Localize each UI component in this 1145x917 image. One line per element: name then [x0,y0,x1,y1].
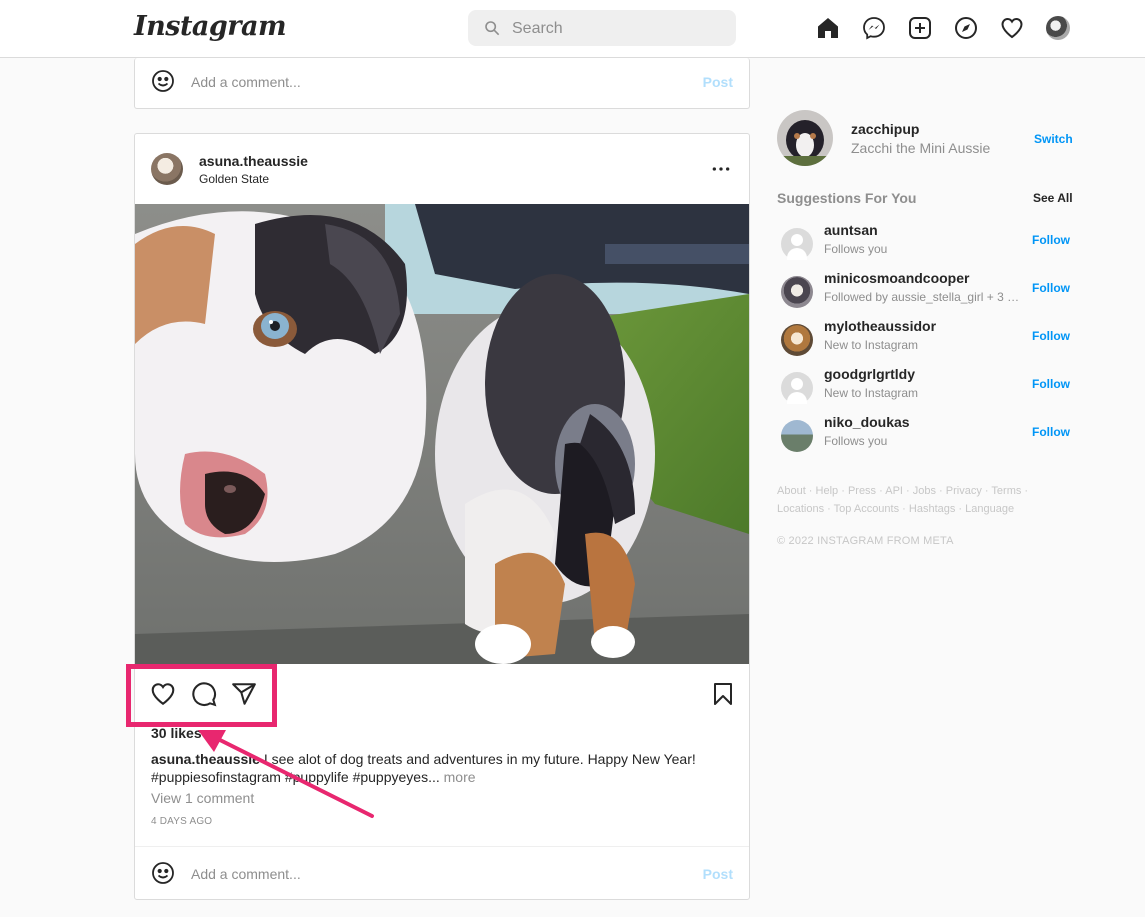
footer-link-hashtags[interactable]: Hashtags [909,503,955,515]
suggestion-row: goodgrlgrtldy New to Instagram Follow [777,366,1070,414]
profile-avatar[interactable] [1046,16,1070,40]
search-placeholder: Search [512,20,563,37]
suggestion-subtitle: New to Instagram [824,386,919,400]
footer-link-top-accounts[interactable]: Top Accounts [834,503,899,515]
post-timestamp[interactable]: 4 DAYS AGO [151,816,212,827]
current-user-username[interactable]: zacchipup [851,121,919,137]
post-comment-button[interactable]: Post [703,74,733,90]
suggestions-title: Suggestions For You [777,190,917,206]
suggestion-username[interactable]: mylotheaussidor [824,318,936,334]
save-icon[interactable] [711,682,735,706]
new-post-icon[interactable] [908,16,932,40]
follow-button[interactable]: Follow [1032,329,1070,343]
footer-link-jobs[interactable]: Jobs [913,485,936,497]
footer-link-language[interactable]: Language [965,503,1014,515]
annotation-highlight-box [126,664,277,727]
likes-count[interactable]: 30 likes [151,725,202,741]
footer-link-about[interactable]: About [777,485,806,497]
post-card: asuna.theaussie Golden State 30 likes as… [134,133,750,900]
footer-link-press[interactable]: Press [848,485,876,497]
footer-link-privacy[interactable]: Privacy [946,485,982,497]
suggestion-row: mylotheaussidor New to Instagram Follow [777,318,1070,366]
caption-more-link[interactable]: more [444,769,476,785]
comment-input[interactable]: Add a comment... [191,866,301,882]
suggestion-subtitle: New to Instagram [824,338,919,352]
post-author-avatar[interactable] [151,153,183,185]
messenger-icon[interactable] [862,16,886,40]
suggestion-avatar[interactable] [781,276,813,308]
current-user-avatar[interactable] [777,110,833,166]
instagram-logo[interactable]: Instagram [134,11,287,42]
post-comment-button[interactable]: Post [703,866,733,882]
suggestion-avatar[interactable] [781,228,813,260]
explore-icon[interactable] [954,16,978,40]
current-user-fullname: Zacchi the Mini Aussie [851,140,991,156]
previous-post-comment-bar: Add a comment... Post [134,58,750,109]
follow-button[interactable]: Follow [1032,377,1070,391]
suggestion-avatar[interactable] [781,420,813,452]
post-comment-bar: Add a comment... Post [135,847,749,899]
view-comments-link[interactable]: View 1 comment [151,790,254,806]
suggestion-avatar[interactable] [781,372,813,404]
suggestion-avatar[interactable] [781,324,813,356]
suggestion-subtitle: Follows you [824,434,888,448]
emoji-icon[interactable] [151,861,175,885]
more-options-icon[interactable] [711,159,731,179]
copyright-text: © 2022 INSTAGRAM FROM META [777,535,954,547]
suggestion-row: auntsan Follows you Follow [777,222,1070,270]
follow-button[interactable]: Follow [1032,281,1070,295]
follow-button[interactable]: Follow [1032,425,1070,439]
suggestion-subtitle: Follows you [824,242,888,256]
see-all-button[interactable]: See All [1033,191,1073,205]
footer-link-locations[interactable]: Locations [777,503,824,515]
activity-heart-icon[interactable] [1000,16,1024,40]
footer-links: About · Help · Press · API · Jobs · Priv… [777,485,1029,515]
suggestion-row: minicosmoandcooper Followed by aussie_st… [777,270,1070,318]
search-input[interactable]: Search [468,10,736,46]
suggestion-username[interactable]: auntsan [824,222,878,238]
post-location[interactable]: Golden State [199,172,269,186]
home-icon[interactable] [816,16,840,40]
footer-link-help[interactable]: Help [816,485,839,497]
emoji-icon[interactable] [151,69,175,93]
footer-link-terms[interactable]: Terms [991,485,1021,497]
suggestion-subtitle: Followed by aussie_stella_girl + 3 more [824,290,1024,304]
suggestion-username[interactable]: minicosmoandcooper [824,270,969,286]
top-navigation-bar: Instagram Search [0,0,1145,58]
post-photo[interactable] [135,204,749,664]
comment-input[interactable]: Add a comment... [191,74,301,90]
post-caption: asuna.theaussie I see alot of dog treats… [151,750,711,786]
suggestion-username[interactable]: goodgrlgrtldy [824,366,915,382]
suggestion-row: niko_doukas Follows you Follow [777,414,1070,462]
suggestion-username[interactable]: niko_doukas [824,414,910,430]
caption-username[interactable]: asuna.theaussie [151,751,260,767]
switch-account-button[interactable]: Switch [1034,132,1073,146]
footer-link-api[interactable]: API [885,485,903,497]
follow-button[interactable]: Follow [1032,233,1070,247]
post-author-username[interactable]: asuna.theaussie [199,153,308,169]
search-icon [485,21,500,36]
